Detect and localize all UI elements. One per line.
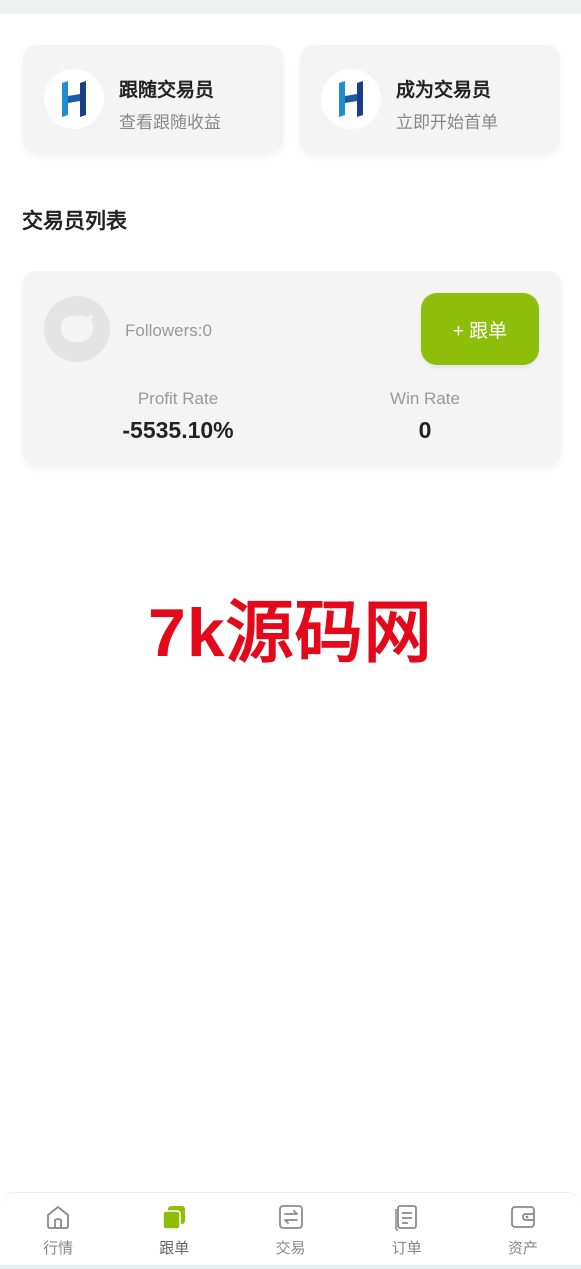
trader-card[interactable]: Followers:0 + 跟单 Profit Rate -5535.10% W… bbox=[23, 271, 561, 466]
become-trader-title: 成为交易员 bbox=[396, 79, 492, 101]
follow-trader-card[interactable]: 跟随交易员 查看跟随收益 bbox=[23, 45, 283, 153]
tab-assets[interactable]: 资产 bbox=[465, 1193, 581, 1269]
orders-icon bbox=[394, 1205, 417, 1231]
become-trader-card[interactable]: 成为交易员 立即开始首单 bbox=[300, 45, 560, 153]
brand-logo-icon bbox=[44, 69, 104, 129]
follow-button[interactable]: + 跟单 bbox=[421, 293, 539, 365]
bottom-tab-bar: 行情 跟单 交易 订单 资产 bbox=[0, 1192, 581, 1269]
tab-label: 资产 bbox=[507, 1239, 538, 1257]
tab-copy-trade[interactable]: 跟单 bbox=[116, 1193, 232, 1269]
tab-label: 行情 bbox=[43, 1239, 74, 1257]
win-rate-label: Win Rate bbox=[390, 389, 460, 408]
tab-trade[interactable]: 交易 bbox=[232, 1193, 348, 1269]
tab-label: 跟单 bbox=[159, 1239, 190, 1257]
avatar-placeholder-icon bbox=[61, 315, 94, 343]
follow-trader-subtitle: 查看跟随收益 bbox=[119, 113, 221, 133]
copy-trade-icon bbox=[162, 1206, 186, 1230]
become-trader-subtitle: 立即开始首单 bbox=[396, 113, 498, 133]
avatar bbox=[44, 296, 110, 362]
win-rate-stat: Win Rate 0 bbox=[325, 389, 525, 444]
follow-trader-title: 跟随交易员 bbox=[119, 79, 215, 101]
tab-orders[interactable]: 订单 bbox=[349, 1193, 465, 1269]
status-strip bbox=[0, 0, 581, 14]
followers-count: Followers:0 bbox=[125, 321, 212, 340]
wallet-icon bbox=[511, 1206, 535, 1228]
exchange-icon bbox=[278, 1205, 303, 1229]
trader-list-title: 交易员列表 bbox=[22, 209, 127, 233]
profit-rate-value: -5535.10% bbox=[122, 417, 234, 443]
profit-rate-label: Profit Rate bbox=[137, 389, 219, 408]
tab-market[interactable]: 行情 bbox=[0, 1193, 116, 1269]
home-icon bbox=[47, 1206, 69, 1229]
profit-rate-stat: Profit Rate -5535.10% bbox=[78, 389, 278, 444]
tab-label: 交易 bbox=[275, 1239, 306, 1257]
win-rate-value: 0 bbox=[418, 417, 432, 443]
watermark: 7k源码网 bbox=[148, 595, 433, 671]
brand-logo-icon bbox=[321, 69, 381, 129]
tab-label: 订单 bbox=[391, 1239, 422, 1257]
